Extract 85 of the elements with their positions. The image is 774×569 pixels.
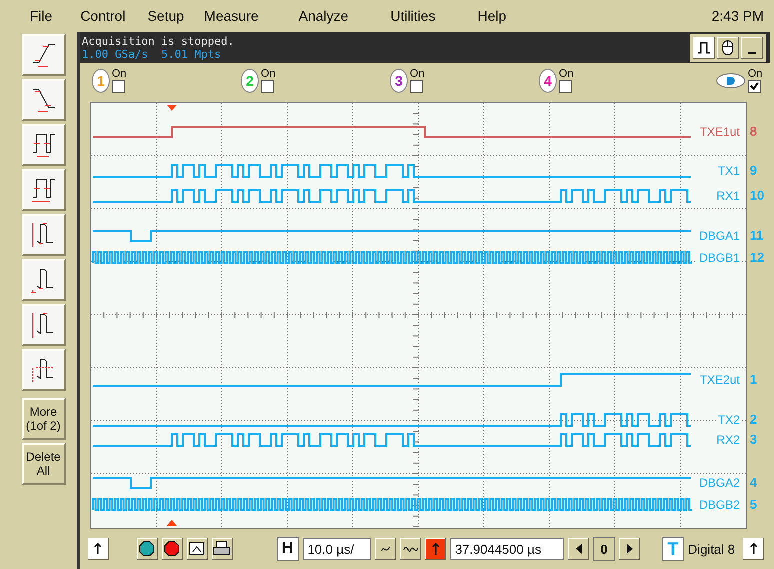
- trace-number: 1: [750, 373, 758, 387]
- measurement-button[interactable]: [22, 214, 66, 256]
- trace-number: 3: [750, 433, 758, 447]
- trace-number: 11: [750, 229, 764, 243]
- measurement-button[interactable]: [22, 304, 66, 346]
- sample-rate: 1.00 GSa/s: [82, 48, 148, 60]
- screen-image-icon: [189, 542, 206, 556]
- delay-field[interactable]: 37.9044500 µs: [450, 538, 564, 560]
- measurement-button[interactable]: [22, 169, 66, 211]
- memory-depth: 5.01 Mpts: [161, 48, 222, 60]
- pulse-icon: [697, 40, 711, 54]
- trigger-source: Digital 8: [688, 542, 736, 556]
- fine-adjust-button[interactable]: [375, 538, 396, 560]
- on-label: On: [559, 69, 574, 80]
- menu-item[interactable]: File: [30, 8, 53, 24]
- mouse-icon: [722, 40, 734, 56]
- on-label: On: [748, 69, 763, 80]
- trigger-marker-icon: [167, 105, 177, 111]
- coarse-adjust-button[interactable]: [400, 538, 422, 560]
- up-arrow-icon: [748, 543, 759, 555]
- scroll-up-button[interactable]: [743, 538, 764, 560]
- trace-label: DBGB1: [697, 250, 740, 264]
- left-triangle-icon: [574, 543, 583, 555]
- measurement-button[interactable]: [22, 259, 66, 301]
- right-triangle-icon: [626, 543, 634, 555]
- trace-label: TXE2ut: [698, 373, 740, 387]
- channel-checkbox[interactable]: [410, 80, 424, 93]
- trace-label: TX2: [716, 413, 740, 427]
- trace-label: DBGA1: [697, 229, 740, 243]
- trace-number: 10: [750, 189, 764, 203]
- trace-label: RX1: [714, 189, 740, 203]
- trigger-marker-icon: [167, 520, 177, 526]
- menu-item[interactable]: Setup: [148, 8, 184, 24]
- digital-channel-icon[interactable]: [716, 72, 746, 90]
- on-label: On: [112, 69, 127, 80]
- on-label: On: [261, 69, 276, 80]
- delay-zero-button[interactable]: 0: [593, 537, 616, 561]
- stop-octagon-icon: [164, 541, 180, 557]
- scroll-up-button[interactable]: [88, 538, 109, 560]
- status-message: Acquisition is stopped.: [82, 34, 234, 48]
- trace-number: 4: [750, 476, 758, 490]
- minimize-button[interactable]: [741, 36, 763, 58]
- print-button[interactable]: [212, 538, 233, 560]
- menu-item[interactable]: Control: [80, 8, 126, 24]
- time-scale-field[interactable]: 10.0 µs/: [302, 538, 372, 560]
- up-arrow-icon: [93, 543, 104, 555]
- trace-label: RX2: [714, 433, 740, 447]
- trace-number: 8: [750, 125, 758, 139]
- trace-label: DBGB2: [697, 498, 740, 512]
- trace-label: TXE1ut: [698, 125, 740, 139]
- delay-left-button[interactable]: [568, 538, 590, 560]
- printer-icon: [213, 541, 232, 557]
- delay-right-button[interactable]: [619, 538, 640, 560]
- trace-label: DBGA2: [697, 476, 740, 490]
- on-label: On: [410, 69, 425, 80]
- trace-number: 2: [750, 413, 758, 427]
- channel-checkbox[interactable]: [261, 80, 274, 93]
- channel-checkbox[interactable]: [559, 80, 572, 93]
- run-button[interactable]: [136, 538, 158, 560]
- measurement-button[interactable]: [22, 124, 66, 166]
- up-arrow-icon: [430, 542, 441, 556]
- stop-button[interactable]: [162, 538, 183, 560]
- more-button[interactable]: More (1of 2): [22, 398, 66, 440]
- run-octagon-icon: [139, 541, 156, 557]
- mouse-button[interactable]: [717, 36, 739, 58]
- trace-label: TX1: [716, 164, 740, 178]
- pulse-button[interactable]: [693, 36, 715, 58]
- trigger-position-button[interactable]: [425, 538, 446, 560]
- trace-number: 5: [750, 498, 758, 512]
- clock-time: 2:43 PM: [712, 8, 764, 24]
- horizontal-button[interactable]: H: [276, 537, 299, 561]
- delete-all-button[interactable]: Delete All: [22, 443, 66, 485]
- channel-button[interactable]: 3: [390, 69, 408, 93]
- menu-item[interactable]: Analyze: [298, 8, 349, 24]
- channel-button[interactable]: 4: [539, 69, 558, 93]
- menu-item[interactable]: Utilities: [390, 8, 436, 24]
- trace-number: 12: [750, 250, 764, 264]
- measurement-button[interactable]: [22, 349, 66, 391]
- minimize-icon: [748, 52, 756, 54]
- screenshot-button[interactable]: [186, 538, 208, 560]
- digital-checkbox[interactable]: [748, 80, 761, 93]
- menu-item[interactable]: Help: [478, 8, 506, 24]
- channel-checkbox[interactable]: [112, 80, 125, 93]
- trace-number: 9: [750, 164, 758, 178]
- menu-item[interactable]: Measure: [204, 8, 259, 24]
